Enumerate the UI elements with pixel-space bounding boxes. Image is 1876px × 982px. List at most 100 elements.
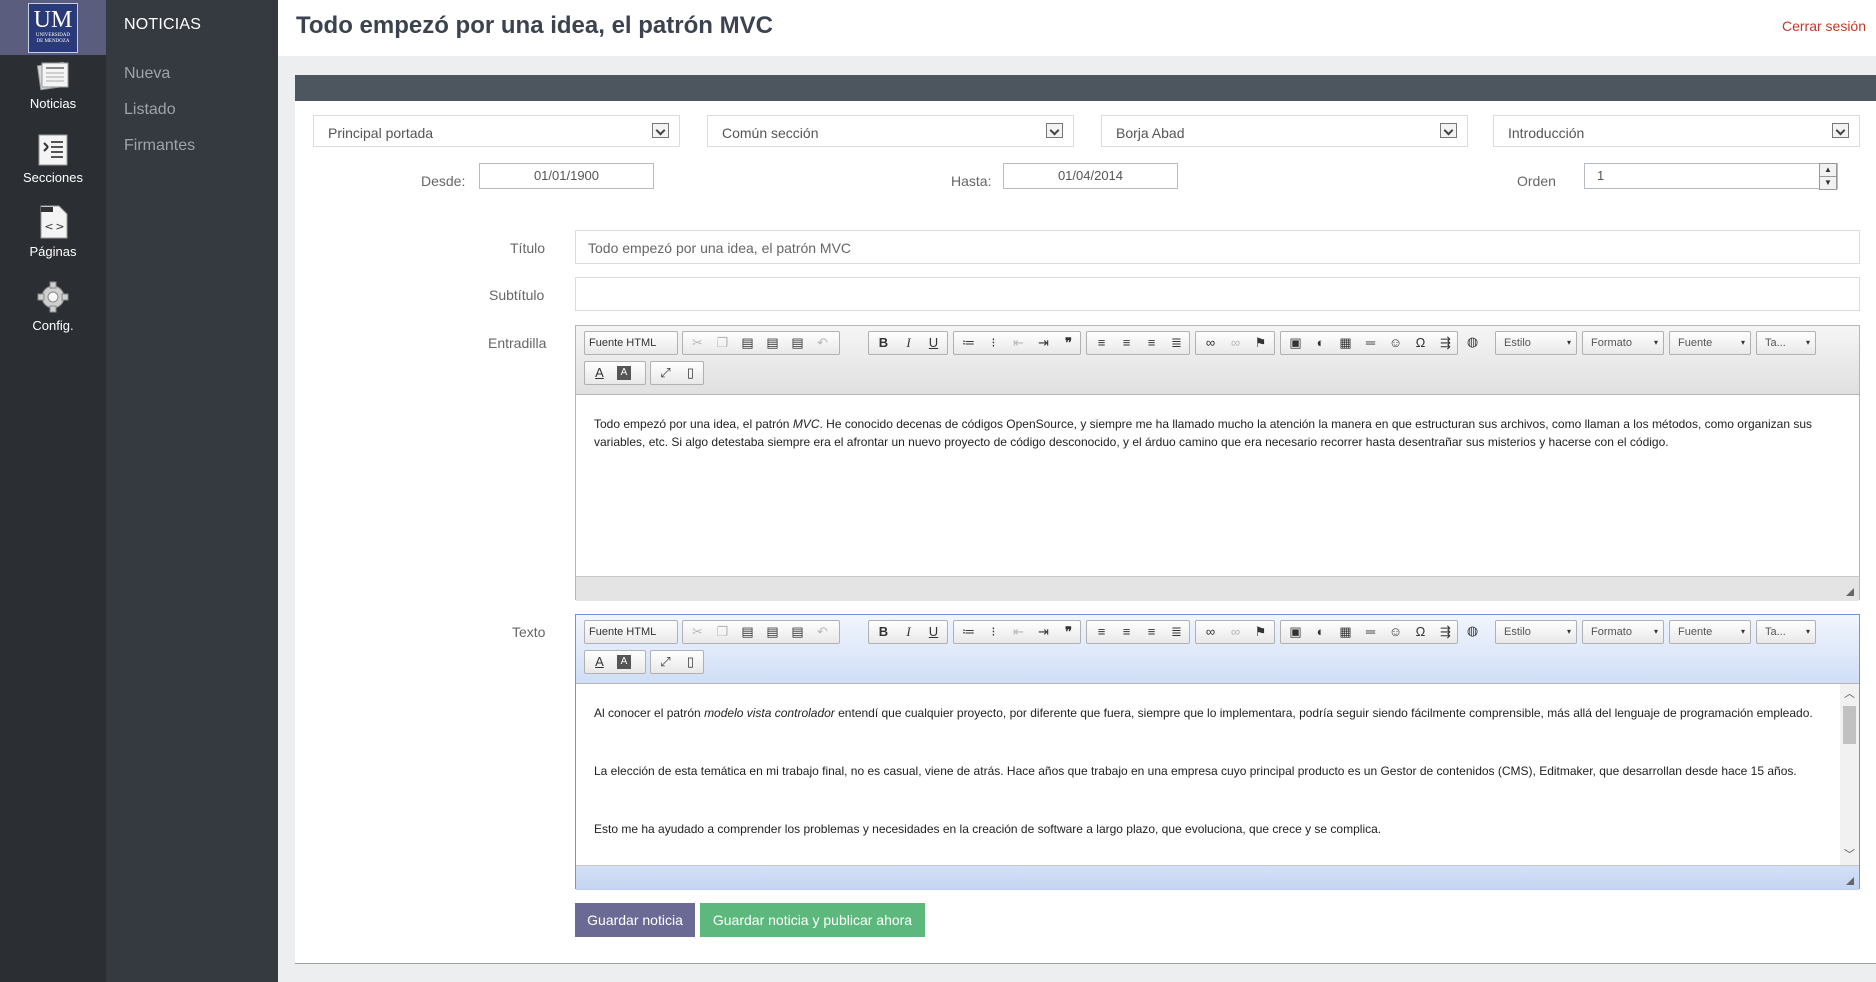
logo[interactable]: UM UNIVERSIDAD DE MENDOZA bbox=[0, 0, 106, 55]
smiley-icon[interactable]: ☺ bbox=[1383, 621, 1408, 643]
logout-link[interactable]: Cerrar sesión bbox=[1782, 18, 1866, 34]
outdent-icon[interactable]: ⇤ bbox=[1006, 621, 1031, 643]
submenu-link-firmantes[interactable]: Firmantes bbox=[124, 137, 195, 155]
page-break-icon[interactable]: ⇶ bbox=[1433, 621, 1458, 643]
font-combo[interactable]: Fuente bbox=[1669, 331, 1751, 355]
texto-editor[interactable]: Fuente HTML ✂ ❐ ▤ ▤ ▤ ↶ B I U ≔ ⁝ ⇤ ⇥ ❞ … bbox=[575, 614, 1860, 890]
bold-icon[interactable]: B bbox=[871, 332, 896, 354]
bold-icon[interactable]: B bbox=[871, 621, 896, 643]
resize-handle-icon[interactable] bbox=[1846, 588, 1854, 596]
paste-icon[interactable]: ▤ bbox=[735, 332, 760, 354]
select-tipo[interactable]: Introducción bbox=[1493, 115, 1860, 147]
special-char-icon[interactable]: Ω bbox=[1408, 332, 1433, 354]
anchor-flag-icon[interactable]: ⚑ bbox=[1248, 621, 1273, 643]
paste-word-icon[interactable]: ▤ bbox=[785, 621, 810, 643]
italic-icon[interactable]: I bbox=[896, 621, 921, 643]
scroll-thumb[interactable] bbox=[1843, 706, 1856, 744]
bg-color-icon[interactable]: A bbox=[617, 366, 631, 380]
bullet-list-icon[interactable]: ⁝ bbox=[981, 621, 1006, 643]
font-combo[interactable]: Fuente bbox=[1669, 620, 1751, 644]
nav-item-noticias[interactable]: Noticias bbox=[0, 58, 106, 128]
numbered-list-icon[interactable]: ≔ bbox=[956, 332, 981, 354]
unlink-icon[interactable]: ∞ bbox=[1223, 332, 1248, 354]
numbered-list-icon[interactable]: ≔ bbox=[956, 621, 981, 643]
align-right-icon[interactable]: ≡ bbox=[1139, 332, 1164, 354]
size-combo[interactable]: Ta... bbox=[1756, 620, 1816, 644]
show-blocks-icon[interactable]: ▯ bbox=[678, 651, 703, 673]
flash-icon[interactable]: ◐ bbox=[1308, 332, 1333, 354]
paste-word-icon[interactable]: ▤ bbox=[785, 332, 810, 354]
maximize-icon[interactable]: ⤢ bbox=[653, 651, 678, 673]
page-break-icon[interactable]: ⇶ bbox=[1433, 332, 1458, 354]
underline-icon[interactable]: U bbox=[921, 332, 946, 354]
format-combo[interactable]: Formato bbox=[1582, 620, 1664, 644]
blockquote-icon[interactable]: ❞ bbox=[1056, 621, 1081, 643]
submenu-link-nueva[interactable]: Nueva bbox=[124, 65, 170, 83]
bullet-list-icon[interactable]: ⁝ bbox=[981, 332, 1006, 354]
scroll-down-icon[interactable]: ﹀ bbox=[1844, 846, 1855, 864]
special-char-icon[interactable]: Ω bbox=[1408, 621, 1433, 643]
nav-item-paginas[interactable]: < > Páginas bbox=[0, 204, 106, 274]
indent-icon[interactable]: ⇥ bbox=[1031, 621, 1056, 643]
show-blocks-icon[interactable]: ▯ bbox=[678, 362, 703, 384]
table-icon[interactable]: ▦ bbox=[1333, 621, 1358, 643]
desde-input[interactable]: 01/01/1900 bbox=[479, 163, 654, 189]
entradilla-editor[interactable]: Fuente HTML ✂ ❐ ▤ ▤ ▤ ↶ B I U ≔ ⁝ ⇤ ⇥ ❞ … bbox=[575, 325, 1860, 601]
table-icon[interactable]: ▦ bbox=[1333, 332, 1358, 354]
titulo-input[interactable]: Todo empezó por una idea, el patrón MVC bbox=[575, 230, 1860, 264]
image-icon[interactable]: ▣ bbox=[1283, 332, 1308, 354]
flash-icon[interactable]: ◐ bbox=[1308, 621, 1333, 643]
justify-icon[interactable]: ≣ bbox=[1164, 621, 1189, 643]
texto-content[interactable]: Al conocer el patrón modelo vista contro… bbox=[576, 684, 1859, 865]
paste-text-icon[interactable]: ▤ bbox=[760, 621, 785, 643]
orden-input[interactable]: 1 ▲ ▼ bbox=[1584, 163, 1838, 190]
align-center-icon[interactable]: ≡ bbox=[1114, 332, 1139, 354]
indent-icon[interactable]: ⇥ bbox=[1031, 332, 1056, 354]
nav-item-config[interactable]: Config. bbox=[0, 280, 106, 350]
subtitulo-input[interactable] bbox=[575, 277, 1860, 311]
italic-icon[interactable]: I bbox=[896, 332, 921, 354]
scrollbar[interactable]: ︿ ﹀ bbox=[1840, 684, 1859, 865]
submenu-link-listado[interactable]: Listado bbox=[124, 101, 176, 119]
paste-icon[interactable]: ▤ bbox=[735, 621, 760, 643]
iframe-button[interactable]: ◍ bbox=[1460, 331, 1490, 355]
link-icon[interactable]: ∞ bbox=[1198, 332, 1223, 354]
undo-icon[interactable]: ↶ bbox=[810, 332, 835, 354]
horizontal-rule-icon[interactable]: ═ bbox=[1358, 332, 1383, 354]
text-color-icon[interactable]: A bbox=[587, 362, 612, 384]
nav-item-secciones[interactable]: Secciones bbox=[0, 132, 106, 202]
size-combo[interactable]: Ta... bbox=[1756, 331, 1816, 355]
source-button[interactable]: Fuente HTML bbox=[584, 331, 678, 355]
cut-icon[interactable]: ✂ bbox=[685, 332, 710, 354]
format-combo[interactable]: Formato bbox=[1582, 331, 1664, 355]
scroll-up-icon[interactable]: ︿ bbox=[1844, 685, 1855, 703]
save-button[interactable]: Guardar noticia bbox=[575, 903, 695, 937]
style-combo[interactable]: Estilo bbox=[1495, 620, 1577, 644]
smiley-icon[interactable]: ☺ bbox=[1383, 332, 1408, 354]
link-icon[interactable]: ∞ bbox=[1198, 621, 1223, 643]
align-center-icon[interactable]: ≡ bbox=[1114, 621, 1139, 643]
resize-handle-icon[interactable] bbox=[1846, 877, 1854, 885]
entradilla-content[interactable]: Todo empezó por una idea, el patrón MVC.… bbox=[576, 395, 1859, 576]
justify-icon[interactable]: ≣ bbox=[1164, 332, 1189, 354]
blockquote-icon[interactable]: ❞ bbox=[1056, 332, 1081, 354]
hasta-input[interactable]: 01/04/2014 bbox=[1003, 163, 1178, 189]
paste-text-icon[interactable]: ▤ bbox=[760, 332, 785, 354]
image-icon[interactable]: ▣ bbox=[1283, 621, 1308, 643]
copy-icon[interactable]: ❐ bbox=[710, 621, 735, 643]
bg-color-icon[interactable]: A bbox=[617, 655, 631, 669]
text-color-icon[interactable]: A bbox=[587, 651, 612, 673]
style-combo[interactable]: Estilo bbox=[1495, 331, 1577, 355]
select-seccion[interactable]: Común sección bbox=[707, 115, 1074, 147]
unlink-icon[interactable]: ∞ bbox=[1223, 621, 1248, 643]
maximize-icon[interactable]: ⤢ bbox=[653, 362, 678, 384]
cut-icon[interactable]: ✂ bbox=[685, 621, 710, 643]
outdent-icon[interactable]: ⇤ bbox=[1006, 332, 1031, 354]
spinner-up-icon[interactable]: ▲ bbox=[1819, 163, 1837, 177]
align-left-icon[interactable]: ≡ bbox=[1089, 621, 1114, 643]
undo-icon[interactable]: ↶ bbox=[810, 621, 835, 643]
save-publish-button[interactable]: Guardar noticia y publicar ahora bbox=[700, 903, 925, 937]
align-left-icon[interactable]: ≡ bbox=[1089, 332, 1114, 354]
spinner-down-icon[interactable]: ▼ bbox=[1819, 176, 1837, 190]
source-button[interactable]: Fuente HTML bbox=[584, 620, 678, 644]
